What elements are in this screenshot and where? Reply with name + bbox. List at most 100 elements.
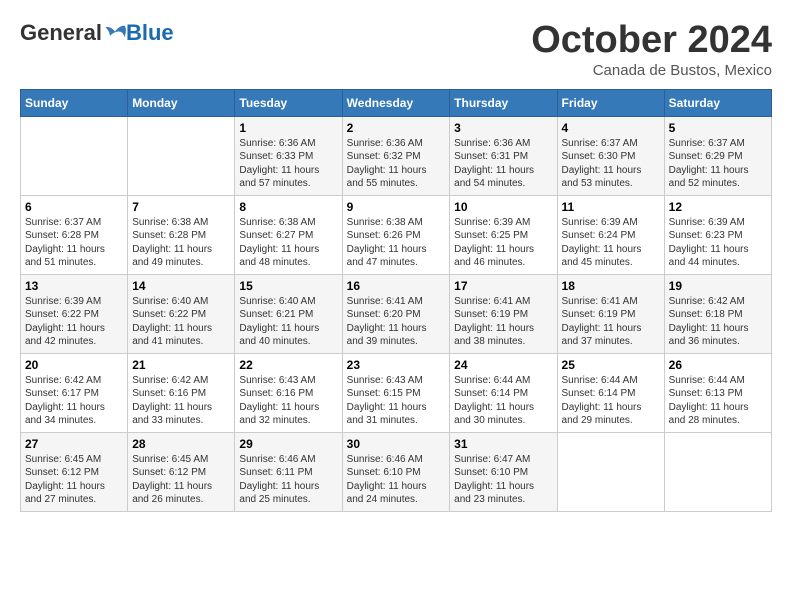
cell-info: Sunrise: 6:39 AMSunset: 6:22 PMDaylight:… [25,295,123,349]
calendar-cell: 7Sunrise: 6:38 AMSunset: 6:28 PMDaylight… [128,195,235,274]
cell-info: Sunrise: 6:36 AMSunset: 6:33 PMDaylight:… [239,137,337,191]
calendar-cell: 23 Sunrise: 6:43 AMSunset: 6:15 PMDayligh… [342,353,450,432]
cell-info: Sunrise: 6:42 AMSunset: 6:16 PMDaylight:… [132,374,230,428]
day-number: 25 [562,358,660,372]
day-number: 11 [562,200,660,214]
calendar-header: SundayMondayTuesdayWednesdayThursdayFrid… [21,89,772,116]
cell-info: Sunrise: 6:44 AMSunset: 6:13 PMDaylight:… [669,374,767,428]
cell-info: Sunrise: 6:46 AMSunset: 6:10 PMDaylight:… [347,453,446,507]
calendar-cell [664,432,771,511]
calendar-cell: 20Sunrise: 6:42 AMSunset: 6:17 PMDayligh… [21,353,128,432]
day-number: 27 [25,437,123,451]
day-number: 30 [347,437,446,451]
day-number: 6 [25,200,123,214]
cell-info: Sunrise: 6:38 AMSunset: 6:26 PMDaylight:… [347,216,446,270]
day-header-thursday: Thursday [450,89,557,116]
calendar-week-5: 27 Sunrise: 6:45 AMSunset: 6:12 PMDayligh… [21,432,772,511]
calendar-week-4: 20Sunrise: 6:42 AMSunset: 6:17 PMDayligh… [21,353,772,432]
day-number: 24 [454,358,552,372]
calendar-cell: 6 Sunrise: 6:37 AMSunset: 6:28 PMDaylight… [21,195,128,274]
cell-info: Sunrise: 6:39 AMSunset: 6:23 PMDaylight:… [669,216,767,270]
day-number: 23 [347,358,446,372]
calendar-week-3: 13 Sunrise: 6:39 AMSunset: 6:22 PMDayligh… [21,274,772,353]
day-number: 14 [132,279,230,293]
day-number: 7 [132,200,230,214]
calendar-cell: 8Sunrise: 6:38 AMSunset: 6:27 PMDaylight… [235,195,342,274]
calendar-cell: 22 Sunrise: 6:43 AMSunset: 6:16 PMDayligh… [235,353,342,432]
day-number: 28 [132,437,230,451]
cell-info: Sunrise: 6:39 AMSunset: 6:24 PMDaylight:… [562,216,660,270]
day-number: 17 [454,279,552,293]
cell-info: Sunrise: 6:46 AMSunset: 6:11 PMDaylight:… [239,453,337,507]
day-number: 16 [347,279,446,293]
day-header-friday: Friday [557,89,664,116]
calendar-cell: 21 Sunrise: 6:42 AMSunset: 6:16 PMDayligh… [128,353,235,432]
calendar-cell: 9 Sunrise: 6:38 AMSunset: 6:26 PMDaylight… [342,195,450,274]
cell-info: Sunrise: 6:42 AMSunset: 6:18 PMDaylight:… [669,295,767,349]
calendar-cell: 15 Sunrise: 6:40 AMSunset: 6:21 PMDayligh… [235,274,342,353]
cell-info: Sunrise: 6:36 AMSunset: 6:31 PMDaylight:… [454,137,552,191]
calendar-cell [557,432,664,511]
day-number: 31 [454,437,552,451]
logo-bird-icon [104,24,126,42]
calendar-cell [21,116,128,195]
cell-info: Sunrise: 6:43 AMSunset: 6:15 PMDaylight:… [347,374,446,428]
cell-info: Sunrise: 6:44 AMSunset: 6:14 PMDaylight:… [562,374,660,428]
calendar-cell: 28 Sunrise: 6:45 AMSunset: 6:12 PMDayligh… [128,432,235,511]
cell-info: Sunrise: 6:47 AMSunset: 6:10 PMDaylight:… [454,453,552,507]
day-number: 15 [239,279,337,293]
calendar-cell: 12 Sunrise: 6:39 AMSunset: 6:23 PMDayligh… [664,195,771,274]
calendar-cell: 29 Sunrise: 6:46 AMSunset: 6:11 PMDayligh… [235,432,342,511]
day-number: 12 [669,200,767,214]
calendar-table: SundayMondayTuesdayWednesdayThursdayFrid… [20,89,772,512]
cell-info: Sunrise: 6:37 AMSunset: 6:28 PMDaylight:… [25,216,123,270]
calendar-week-1: 1Sunrise: 6:36 AMSunset: 6:33 PMDaylight… [21,116,772,195]
calendar-cell: 3Sunrise: 6:36 AMSunset: 6:31 PMDaylight… [450,116,557,195]
cell-info: Sunrise: 6:41 AMSunset: 6:20 PMDaylight:… [347,295,446,349]
title-block: October 2024 Canada de Bustos, Mexico [531,20,772,79]
page-header: General Blue October 2024 Canada de Bust… [20,20,772,79]
cell-info: Sunrise: 6:43 AMSunset: 6:16 PMDaylight:… [239,374,337,428]
calendar-cell: 27 Sunrise: 6:45 AMSunset: 6:12 PMDayligh… [21,432,128,511]
day-header-wednesday: Wednesday [342,89,450,116]
cell-info: Sunrise: 6:40 AMSunset: 6:21 PMDaylight:… [239,295,337,349]
day-number: 8 [239,200,337,214]
cell-info: Sunrise: 6:44 AMSunset: 6:14 PMDaylight:… [454,374,552,428]
calendar-week-2: 6 Sunrise: 6:37 AMSunset: 6:28 PMDaylight… [21,195,772,274]
calendar-cell: 17 Sunrise: 6:41 AMSunset: 6:19 PMDayligh… [450,274,557,353]
calendar-cell: 16 Sunrise: 6:41 AMSunset: 6:20 PMDayligh… [342,274,450,353]
calendar-cell: 19 Sunrise: 6:42 AMSunset: 6:18 PMDayligh… [664,274,771,353]
calendar-cell: 1Sunrise: 6:36 AMSunset: 6:33 PMDaylight… [235,116,342,195]
calendar-cell: 10 Sunrise: 6:39 AMSunset: 6:25 PMDayligh… [450,195,557,274]
cell-info: Sunrise: 6:41 AMSunset: 6:19 PMDaylight:… [562,295,660,349]
calendar-cell: 2Sunrise: 6:36 AMSunset: 6:32 PMDaylight… [342,116,450,195]
day-number: 29 [239,437,337,451]
day-number: 9 [347,200,446,214]
cell-info: Sunrise: 6:45 AMSunset: 6:12 PMDaylight:… [132,453,230,507]
calendar-cell: 13 Sunrise: 6:39 AMSunset: 6:22 PMDayligh… [21,274,128,353]
day-number: 4 [562,121,660,135]
cell-info: Sunrise: 6:40 AMSunset: 6:22 PMDaylight:… [132,295,230,349]
logo-blue-text: Blue [126,20,174,46]
calendar-cell: 18Sunrise: 6:41 AMSunset: 6:19 PMDayligh… [557,274,664,353]
day-number: 22 [239,358,337,372]
day-number: 13 [25,279,123,293]
day-header-tuesday: Tuesday [235,89,342,116]
calendar-cell: 4Sunrise: 6:37 AMSunset: 6:30 PMDaylight… [557,116,664,195]
day-number: 21 [132,358,230,372]
cell-info: Sunrise: 6:39 AMSunset: 6:25 PMDaylight:… [454,216,552,270]
day-header-saturday: Saturday [664,89,771,116]
day-number: 10 [454,200,552,214]
cell-info: Sunrise: 6:45 AMSunset: 6:12 PMDaylight:… [25,453,123,507]
calendar-cell: 30 Sunrise: 6:46 AMSunset: 6:10 PMDayligh… [342,432,450,511]
day-number: 19 [669,279,767,293]
calendar-cell: 31 Sunrise: 6:47 AMSunset: 6:10 PMDayligh… [450,432,557,511]
calendar-cell: 26Sunrise: 6:44 AMSunset: 6:13 PMDayligh… [664,353,771,432]
day-header-sunday: Sunday [21,89,128,116]
cell-info: Sunrise: 6:41 AMSunset: 6:19 PMDaylight:… [454,295,552,349]
day-header-monday: Monday [128,89,235,116]
calendar-cell: 5Sunrise: 6:37 AMSunset: 6:29 PMDaylight… [664,116,771,195]
calendar-cell: 24 Sunrise: 6:44 AMSunset: 6:14 PMDayligh… [450,353,557,432]
calendar-cell: 14 Sunrise: 6:40 AMSunset: 6:22 PMDayligh… [128,274,235,353]
calendar-cell: 11 Sunrise: 6:39 AMSunset: 6:24 PMDayligh… [557,195,664,274]
